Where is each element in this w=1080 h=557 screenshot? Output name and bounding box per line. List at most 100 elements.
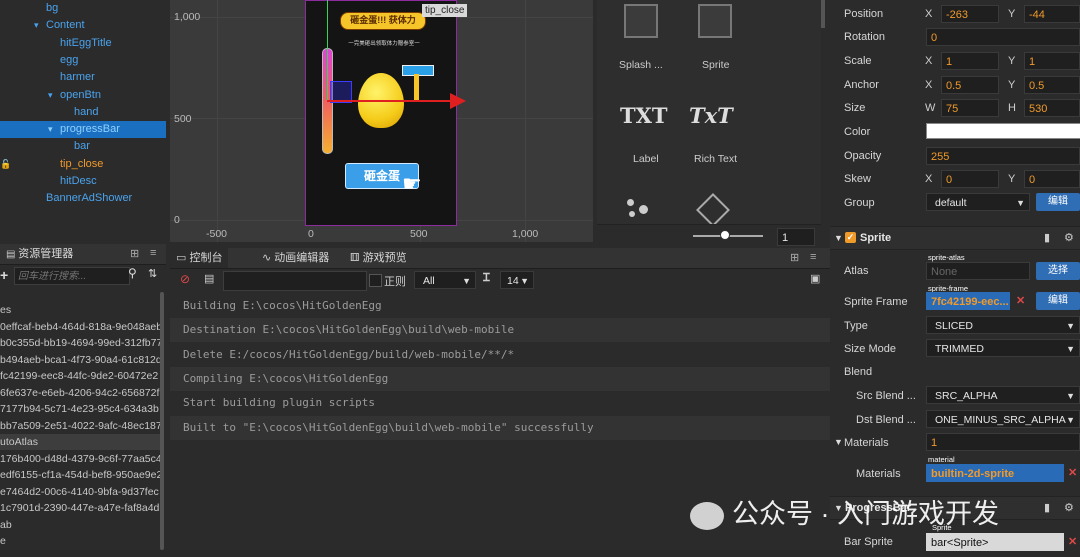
asset-list-item[interactable]: 176b400-d48d-4379-9c6f-77aa5c4 bbox=[0, 451, 160, 467]
position-y-field[interactable]: -44 bbox=[1024, 5, 1080, 23]
scale-x-field[interactable]: 1 bbox=[941, 52, 999, 70]
hierarchy-item[interactable]: tip_close 🔓 bbox=[0, 156, 166, 173]
splash-sprite-icon[interactable] bbox=[624, 4, 658, 38]
scale-y-field[interactable]: 1 bbox=[1024, 52, 1080, 70]
library-scrollbar[interactable] bbox=[821, 0, 825, 28]
skew-x-field[interactable]: 0 bbox=[941, 170, 999, 188]
richtext-icon[interactable]: TxT bbox=[689, 103, 733, 128]
dst-blend-select[interactable]: ONE_MINUS_SRC_ALPHA bbox=[926, 410, 1080, 429]
expand-arrow-icon[interactable]: ▾ bbox=[48, 121, 53, 138]
collapse-icon[interactable]: ▣ bbox=[810, 272, 820, 285]
hierarchy-item[interactable]: ▾ progressBar bbox=[0, 121, 166, 139]
label-txt-icon[interactable]: TXT bbox=[620, 103, 668, 128]
font-size-select[interactable]: 14 bbox=[500, 271, 534, 290]
expand-arrow-icon[interactable]: ▾ bbox=[48, 87, 53, 104]
asset-list-item[interactable]: utoAtlas bbox=[0, 434, 160, 450]
sprite-icon[interactable] bbox=[698, 4, 732, 38]
position-x-field[interactable]: -263 bbox=[941, 5, 999, 23]
document-icon[interactable]: ▤ bbox=[204, 272, 214, 285]
particle-icon[interactable] bbox=[625, 195, 653, 219]
hierarchy-item[interactable]: hitDesc bbox=[0, 173, 166, 190]
clear-x-icon[interactable]: ✕ bbox=[1068, 535, 1077, 548]
expand-arrow-icon[interactable]: ▾ bbox=[34, 17, 39, 34]
hierarchy-item[interactable]: ▾ Content bbox=[0, 17, 166, 34]
tab-asset-manager[interactable]: ▤ 资源管理器 bbox=[0, 244, 79, 264]
book-icon[interactable]: ▮ bbox=[1044, 227, 1050, 249]
sprite-frame-edit-button[interactable]: 编辑 bbox=[1036, 292, 1080, 310]
zoom-value-field[interactable]: 1 bbox=[777, 228, 815, 246]
asset-list-item[interactable]: edf6155-cf1a-454d-bef8-950ae9e2 bbox=[0, 467, 160, 483]
hierarchy-item[interactable]: ▾ openBtn bbox=[0, 87, 166, 104]
scene-view[interactable]: 1,000 500 0 -500 0 500 1,000 砸金蛋!!! 获体力 … bbox=[170, 0, 593, 242]
w-axis-label: W bbox=[925, 102, 936, 114]
tiledmap-icon[interactable] bbox=[696, 193, 730, 227]
materials-count-field[interactable]: 1 bbox=[926, 433, 1080, 451]
size-w-field[interactable]: 75 bbox=[941, 99, 999, 117]
size-h-field[interactable]: 530 bbox=[1024, 99, 1080, 117]
hierarchy-item[interactable]: BannerAdShower bbox=[0, 190, 166, 207]
menu-icon[interactable]: ≡ bbox=[150, 247, 156, 259]
hierarchy-item[interactable]: hitEggTitle bbox=[0, 35, 166, 52]
clear-icon[interactable]: ⊘ bbox=[180, 272, 190, 286]
type-select[interactable]: SLICED bbox=[926, 316, 1080, 335]
asset-list-item[interactable]: 1c7901d-2390-447e-a47e-faf8a4d bbox=[0, 500, 160, 516]
asset-list-item[interactable]: 6fe637e-e6eb-4206-94c2-656872f bbox=[0, 385, 160, 401]
sprite-component-header[interactable]: ▼ ✓ Sprite ▮ ⚙ bbox=[830, 226, 1080, 250]
gizmo-arrow-icon[interactable] bbox=[450, 93, 466, 109]
lock-icon[interactable]: 🔓 bbox=[0, 156, 11, 173]
hierarchy-item[interactable]: egg bbox=[0, 52, 166, 69]
asset-list-item[interactable]: e7464d2-00c6-4140-9bfa-9d37fec bbox=[0, 484, 160, 500]
size-mode-select[interactable]: TRIMMED bbox=[926, 339, 1080, 358]
asset-list-item[interactable]: b494aeb-bca1-4f73-90a4-61c812d bbox=[0, 352, 160, 368]
opacity-field[interactable]: 255 bbox=[926, 147, 1080, 165]
log-level-select[interactable]: All bbox=[414, 271, 476, 290]
asset-list-item[interactable]: 0effcaf-beb4-464d-818a-9e048aeb bbox=[0, 319, 160, 335]
menu-icon[interactable]: ≡ bbox=[810, 251, 816, 263]
asset-list-item[interactable]: b0c355d-bb19-4694-99ed-312fb77 bbox=[0, 335, 160, 351]
asset-list-item[interactable]: fc42199-eec8-44fc-9de2-60472e2 bbox=[0, 368, 160, 384]
enabled-checkbox[interactable]: ✓ bbox=[845, 232, 856, 243]
asset-list-item[interactable]: es bbox=[0, 302, 160, 318]
book-icon[interactable]: ▮ bbox=[1044, 497, 1050, 519]
gear-icon[interactable]: ⚙ bbox=[1064, 227, 1074, 249]
lock-icon[interactable]: ⊞ bbox=[130, 247, 139, 260]
asset-list-item[interactable]: ab bbox=[0, 517, 160, 533]
hierarchy-item[interactable]: bg bbox=[0, 0, 166, 17]
clear-x-icon[interactable]: ✕ bbox=[1016, 294, 1025, 307]
bar-sprite-field[interactable]: bar<Sprite> bbox=[926, 533, 1064, 551]
materials-arrow-icon[interactable]: ▼ bbox=[834, 437, 843, 447]
add-icon[interactable]: + bbox=[0, 267, 8, 283]
anchor-y-field[interactable]: 0.5 bbox=[1024, 76, 1080, 94]
scrollbar[interactable] bbox=[160, 292, 164, 550]
rotation-field[interactable]: 0 bbox=[926, 28, 1080, 46]
gear-icon[interactable]: ⚙ bbox=[1064, 497, 1074, 519]
color-swatch[interactable] bbox=[926, 123, 1080, 139]
group-select[interactable]: default bbox=[926, 193, 1030, 212]
sort-icon[interactable]: ⇅ bbox=[148, 267, 157, 280]
anchor-x-field[interactable]: 0.5 bbox=[941, 76, 999, 94]
search-input[interactable] bbox=[14, 267, 130, 285]
asset-list-item[interactable]: 7177b94-5c71-4e23-95c4-634a3b bbox=[0, 401, 160, 417]
atlas-select-button[interactable]: 选择 bbox=[1036, 262, 1080, 280]
atlas-field[interactable]: None bbox=[926, 262, 1030, 280]
sprite-frame-field[interactable]: 7fc42199-eec... bbox=[926, 292, 1010, 310]
material-field[interactable]: builtin-2d-sprite bbox=[926, 464, 1064, 482]
filter-input[interactable] bbox=[223, 271, 367, 291]
hierarchy-item[interactable]: hand bbox=[0, 104, 166, 121]
hierarchy-item[interactable]: bar bbox=[0, 138, 166, 155]
tab-animation-editor[interactable]: ∿ 动画编辑器 bbox=[262, 248, 329, 268]
group-edit-button[interactable]: 编辑 bbox=[1036, 193, 1080, 211]
search-icon[interactable]: ⚲ bbox=[128, 266, 137, 280]
tab-game-preview[interactable]: ⚅ 游戏预览 bbox=[350, 248, 407, 268]
asset-list-item[interactable]: bb7a509-2e51-4022-9afc-48ec187 bbox=[0, 418, 160, 434]
regex-checkbox[interactable] bbox=[369, 274, 382, 287]
clear-x-icon[interactable]: ✕ bbox=[1068, 466, 1077, 479]
src-blend-select[interactable]: SRC_ALPHA bbox=[926, 386, 1080, 405]
maximize-icon[interactable]: ⊞ bbox=[790, 251, 799, 264]
skew-y-field[interactable]: 0 bbox=[1024, 170, 1080, 188]
tab-console[interactable]: ▭ 控制台 bbox=[170, 248, 229, 268]
asset-list-item[interactable]: e bbox=[0, 533, 160, 549]
hierarchy-item[interactable]: harmer bbox=[0, 69, 166, 86]
zoom-slider-handle[interactable] bbox=[720, 230, 730, 240]
collapse-arrow-icon[interactable]: ▼ bbox=[834, 227, 843, 249]
